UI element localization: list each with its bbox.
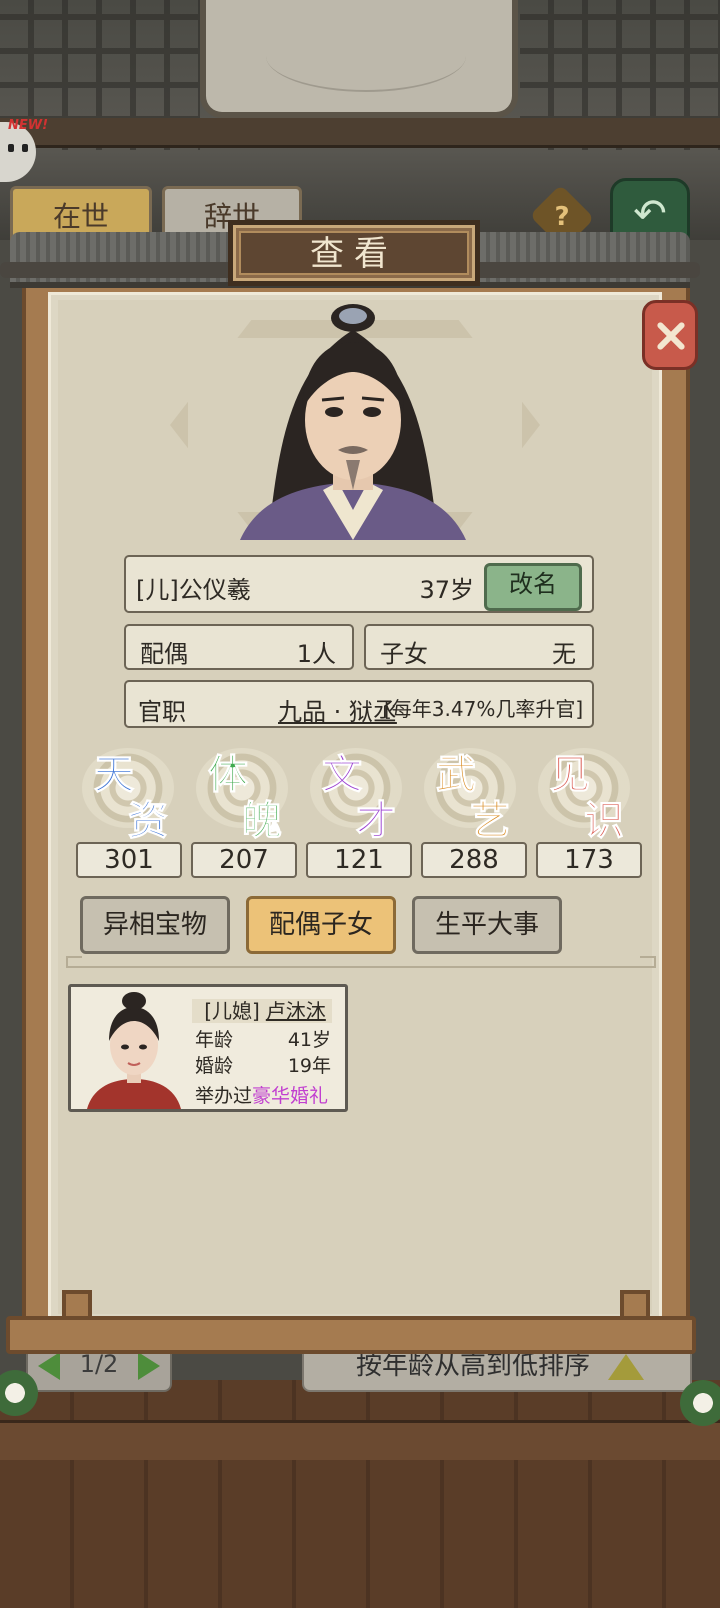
character-name: [儿]公仪羲 [136, 576, 251, 604]
spouse-card[interactable]: [儿媳] 卢沐沐 年龄 41岁 婚龄 19年 举办过豪华婚礼 [68, 984, 348, 1112]
spouse-label: 配偶 [140, 640, 188, 668]
wooden-floor [0, 1420, 720, 1460]
panel-title-plate: 查看 [228, 220, 480, 286]
wedding-type: 豪华婚礼 [252, 1085, 329, 1107]
spouse-age-label: 年龄 [195, 1029, 234, 1051]
marriage-label: 婚龄 [195, 1055, 234, 1077]
spouse-age-row: 年龄 41岁 [195, 1025, 335, 1052]
divider-corner-left [66, 956, 82, 968]
marriage-value: 19年 [287, 1055, 331, 1077]
children-count-box: 子女 无 [364, 624, 594, 670]
attribute-char-2: 魄 [242, 797, 283, 845]
attribute-value-literature: 121 [306, 842, 412, 878]
attribute-char-2: 资 [128, 797, 169, 845]
spouse-count-box: 配偶 1人 [124, 624, 354, 670]
office-label: 官职 [138, 698, 186, 726]
marriage-row: 婚龄 19年 [195, 1051, 335, 1078]
back-arrow-icon: ↶ [633, 191, 667, 237]
panel-title: 查看 [239, 231, 469, 275]
attribute-value-martial: 288 [421, 842, 527, 878]
office-rank-link[interactable]: 九品 · 狱丞 [278, 692, 397, 727]
character-portrait [240, 304, 466, 540]
wooden-beam [0, 118, 720, 148]
spouse-avatar [87, 992, 181, 1109]
character-age: 37岁 [419, 576, 474, 604]
spouse-age-value: 41岁 [287, 1029, 331, 1051]
spouse-value: 1人 [296, 640, 336, 668]
children-value: 无 [552, 640, 576, 668]
attribute-char-2: 艺 [470, 797, 511, 845]
attribute-value-talent: 301 [76, 842, 182, 878]
sort-label: 按年龄从高到低排序 [356, 1351, 591, 1381]
office-row: 官职 九品 · 狱丞 [每年3.47%几率升官] [124, 680, 594, 728]
next-page-icon[interactable] [138, 1352, 160, 1380]
wooden-wall [0, 1380, 720, 1608]
close-button[interactable] [642, 300, 698, 370]
wedding-row: 举办过豪华婚礼 [195, 1081, 328, 1108]
scroll-bottom-rail [6, 1316, 696, 1354]
spouse-name[interactable]: 卢沐沐 [266, 999, 326, 1023]
sort-triangle-icon [608, 1354, 644, 1380]
attribute-char-2: 识 [584, 797, 625, 845]
flower-decoration-right [680, 1380, 720, 1426]
name-row: [儿]公仪羲 37岁 改名 [124, 555, 594, 613]
spouse-title: [儿媳] 卢沐沐 [187, 995, 337, 1024]
tab-spouse-children[interactable]: 配偶子女 [246, 896, 396, 954]
children-label: 子女 [380, 640, 428, 668]
rename-button[interactable]: 改名 [484, 563, 582, 611]
tab-life-events[interactable]: 生平大事 [412, 896, 562, 954]
divider [66, 966, 656, 968]
wall-painting [200, 0, 518, 118]
new-badge: NEW! [8, 118, 49, 133]
attribute-value-physique: 207 [191, 842, 297, 878]
divider-corner-right [640, 956, 656, 968]
promotion-rate: [每年3.47%几率升官] [384, 697, 584, 721]
spouse-relation: [儿媳] [198, 999, 266, 1023]
attribute-value-knowledge: 173 [536, 842, 642, 878]
wedding-prefix: 举办过 [195, 1085, 253, 1107]
tab-treasures[interactable]: 异相宝物 [80, 896, 230, 954]
attribute-char-2: 才 [356, 797, 397, 845]
